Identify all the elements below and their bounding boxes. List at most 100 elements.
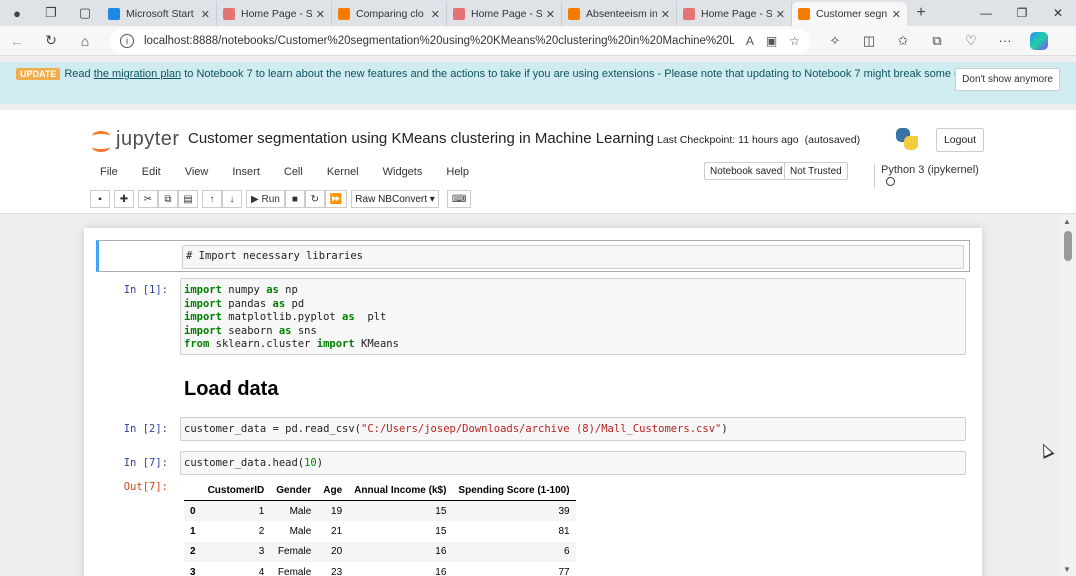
menu-item-edit[interactable]: Edit: [130, 166, 173, 178]
immersive-reader-icon[interactable]: ▣: [766, 34, 777, 48]
tab-actions-icon[interactable]: ▢: [68, 0, 102, 26]
tab-favicon-icon: [108, 8, 120, 20]
tab-close-icon[interactable]: ✕: [776, 8, 785, 21]
browser-tab[interactable]: Home Page - S ✕: [447, 2, 562, 26]
dataframe-output: CustomerID Gender Age Annual Income (k$) Spe…: [184, 480, 576, 576]
scroll-down-icon[interactable]: ▼: [1063, 565, 1071, 574]
extensions-icon[interactable]: ✧: [818, 33, 852, 49]
paste-icon[interactable]: ▤: [178, 190, 198, 208]
tab-title: Customer segn: [816, 8, 888, 20]
code-cell-2[interactable]: customer_data = pd.read_csv("C:/Users/jo…: [180, 417, 966, 441]
copilot-icon[interactable]: [1030, 31, 1048, 50]
insert-cell-icon[interactable]: ✚: [114, 190, 134, 208]
maximize-icon[interactable]: ❐: [1004, 6, 1040, 20]
split-screen-icon[interactable]: ◫: [852, 33, 886, 49]
move-down-icon[interactable]: ↓: [222, 190, 242, 208]
table-row: 2 3 Female 20 16 6: [184, 541, 576, 562]
code7-a: customer_data.head(: [184, 457, 305, 469]
code-cell-7[interactable]: customer_data.head(10): [180, 451, 966, 475]
tab-close-icon[interactable]: ✕: [892, 8, 901, 21]
save-icon[interactable]: ▪: [90, 190, 110, 208]
favorite-icon[interactable]: ☆: [789, 34, 800, 48]
table-row: 1 2 Male 21 15 81: [184, 521, 576, 542]
profile-icon[interactable]: ●: [0, 0, 34, 26]
menu-item-help[interactable]: Help: [434, 166, 481, 178]
cell-type-value: Raw NBConvert: [355, 193, 427, 205]
column-header: Age: [317, 480, 349, 501]
favorites-icon[interactable]: ✩: [886, 33, 920, 49]
code-cell-1[interactable]: import numpy as np import pandas as pd i…: [180, 278, 966, 355]
info-icon[interactable]: i: [120, 33, 134, 48]
banner-text-after: to Notebook 7 to learn about the new fea…: [181, 68, 1047, 80]
raw-cell-input[interactable]: # Import necessary libraries: [182, 245, 964, 269]
update-banner: UPDATE Read the migration plan to Noteboo…: [0, 62, 1076, 104]
refresh-icon[interactable]: ↻: [34, 32, 68, 49]
cut-icon[interactable]: ✂: [138, 190, 158, 208]
table-cell: 15: [435, 525, 447, 537]
menu-item-insert[interactable]: Insert: [220, 166, 272, 178]
tab-close-icon[interactable]: ✕: [661, 8, 670, 21]
migration-plan-link[interactable]: the migration plan: [94, 68, 181, 80]
scrollbar-thumb[interactable]: [1064, 231, 1072, 261]
logout-button[interactable]: Logout: [936, 128, 984, 152]
back-icon[interactable]: ←: [0, 33, 34, 49]
jupyter-logo[interactable]: jupyter: [92, 128, 180, 152]
new-tab-button[interactable]: +: [907, 4, 935, 22]
code2-end: ): [721, 423, 728, 435]
menu-item-view[interactable]: View: [173, 166, 221, 178]
markdown-heading[interactable]: Load data: [184, 378, 278, 401]
cell-type-select[interactable]: Raw NBConvert ▾: [351, 190, 439, 208]
run-button[interactable]: ▶ Run: [246, 190, 285, 208]
table-cell: 19: [331, 505, 343, 517]
close-window-icon[interactable]: ✕: [1040, 6, 1076, 20]
browser-tab[interactable]: Absenteeism in ✕: [562, 2, 677, 26]
menu-item-file[interactable]: File: [88, 166, 130, 178]
table-cell: 81: [558, 525, 570, 537]
browser-tab[interactable]: Home Page - S ✕: [217, 2, 332, 26]
vertical-scrollbar[interactable]: ▲ ▼: [1060, 215, 1076, 576]
browser-tab[interactable]: Customer segn ✕: [792, 2, 907, 26]
tab-close-icon[interactable]: ✕: [316, 8, 325, 21]
restart-icon[interactable]: ↻: [304, 190, 325, 208]
table-cell: 2: [258, 525, 265, 537]
collections-icon[interactable]: ⧉: [920, 33, 954, 49]
minimize-icon[interactable]: —: [968, 6, 1004, 20]
interrupt-icon[interactable]: ■: [284, 190, 305, 208]
table-cell: Male: [289, 525, 312, 537]
command-palette-icon[interactable]: ⌨: [446, 190, 472, 208]
browser-essentials-icon[interactable]: ♡: [954, 33, 988, 49]
browser-tab[interactable]: Comparing clo ✕: [332, 2, 447, 26]
scroll-up-icon[interactable]: ▲: [1063, 217, 1071, 226]
url-text[interactable]: localhost:8888/notebooks/Customer%20segm…: [144, 35, 734, 47]
menu-item-kernel[interactable]: Kernel: [315, 166, 371, 178]
dont-show-anymore-button[interactable]: Don't show anymore: [955, 68, 1060, 91]
menu-item-cell[interactable]: Cell: [272, 166, 315, 178]
move-up-icon[interactable]: ↑: [202, 190, 222, 208]
table-cell: 20: [331, 546, 343, 558]
notebook-title[interactable]: Customer segmentation using KMeans clust…: [188, 130, 654, 147]
more-icon[interactable]: ···: [988, 33, 1022, 49]
tab-favicon-icon: [683, 8, 695, 20]
browser-tab[interactable]: Microsoft Start ✕: [102, 2, 217, 26]
tab-close-icon[interactable]: ✕: [431, 8, 440, 21]
browser-tab[interactable]: Home Page - S ✕: [677, 2, 792, 26]
dataframe-header-row: CustomerID Gender Age Annual Income (k$) Spe…: [184, 480, 576, 501]
tab-favicon-icon: [798, 8, 810, 20]
url-bar[interactable]: i localhost:8888/notebooks/Customer%20se…: [110, 28, 810, 53]
tab-close-icon[interactable]: ✕: [201, 8, 210, 21]
workspaces-icon[interactable]: ❐: [34, 0, 68, 26]
restart-run-all-icon[interactable]: ⏩: [324, 190, 348, 208]
copy-icon[interactable]: ⧉: [158, 190, 178, 208]
code2-string: "C:/Users/josep/Downloads/archive (8)/Ma…: [361, 423, 722, 435]
kernel-indicator: Python 3 (ipykernel): [874, 164, 988, 188]
menu-items: File Edit View Insert Cell Kernel Widgets Help: [88, 166, 481, 178]
column-header: CustomerID: [201, 480, 271, 501]
not-trusted-button[interactable]: Not Trusted: [784, 162, 848, 180]
home-icon[interactable]: ⌂: [68, 33, 102, 49]
read-aloud-icon[interactable]: A: [746, 34, 754, 48]
menu-item-widgets[interactable]: Widgets: [371, 166, 435, 178]
tab-close-icon[interactable]: ✕: [546, 8, 555, 21]
notebook-saved-indicator: Notebook saved: [704, 162, 789, 180]
column-header: [184, 480, 202, 501]
code7-b: ): [316, 457, 324, 469]
